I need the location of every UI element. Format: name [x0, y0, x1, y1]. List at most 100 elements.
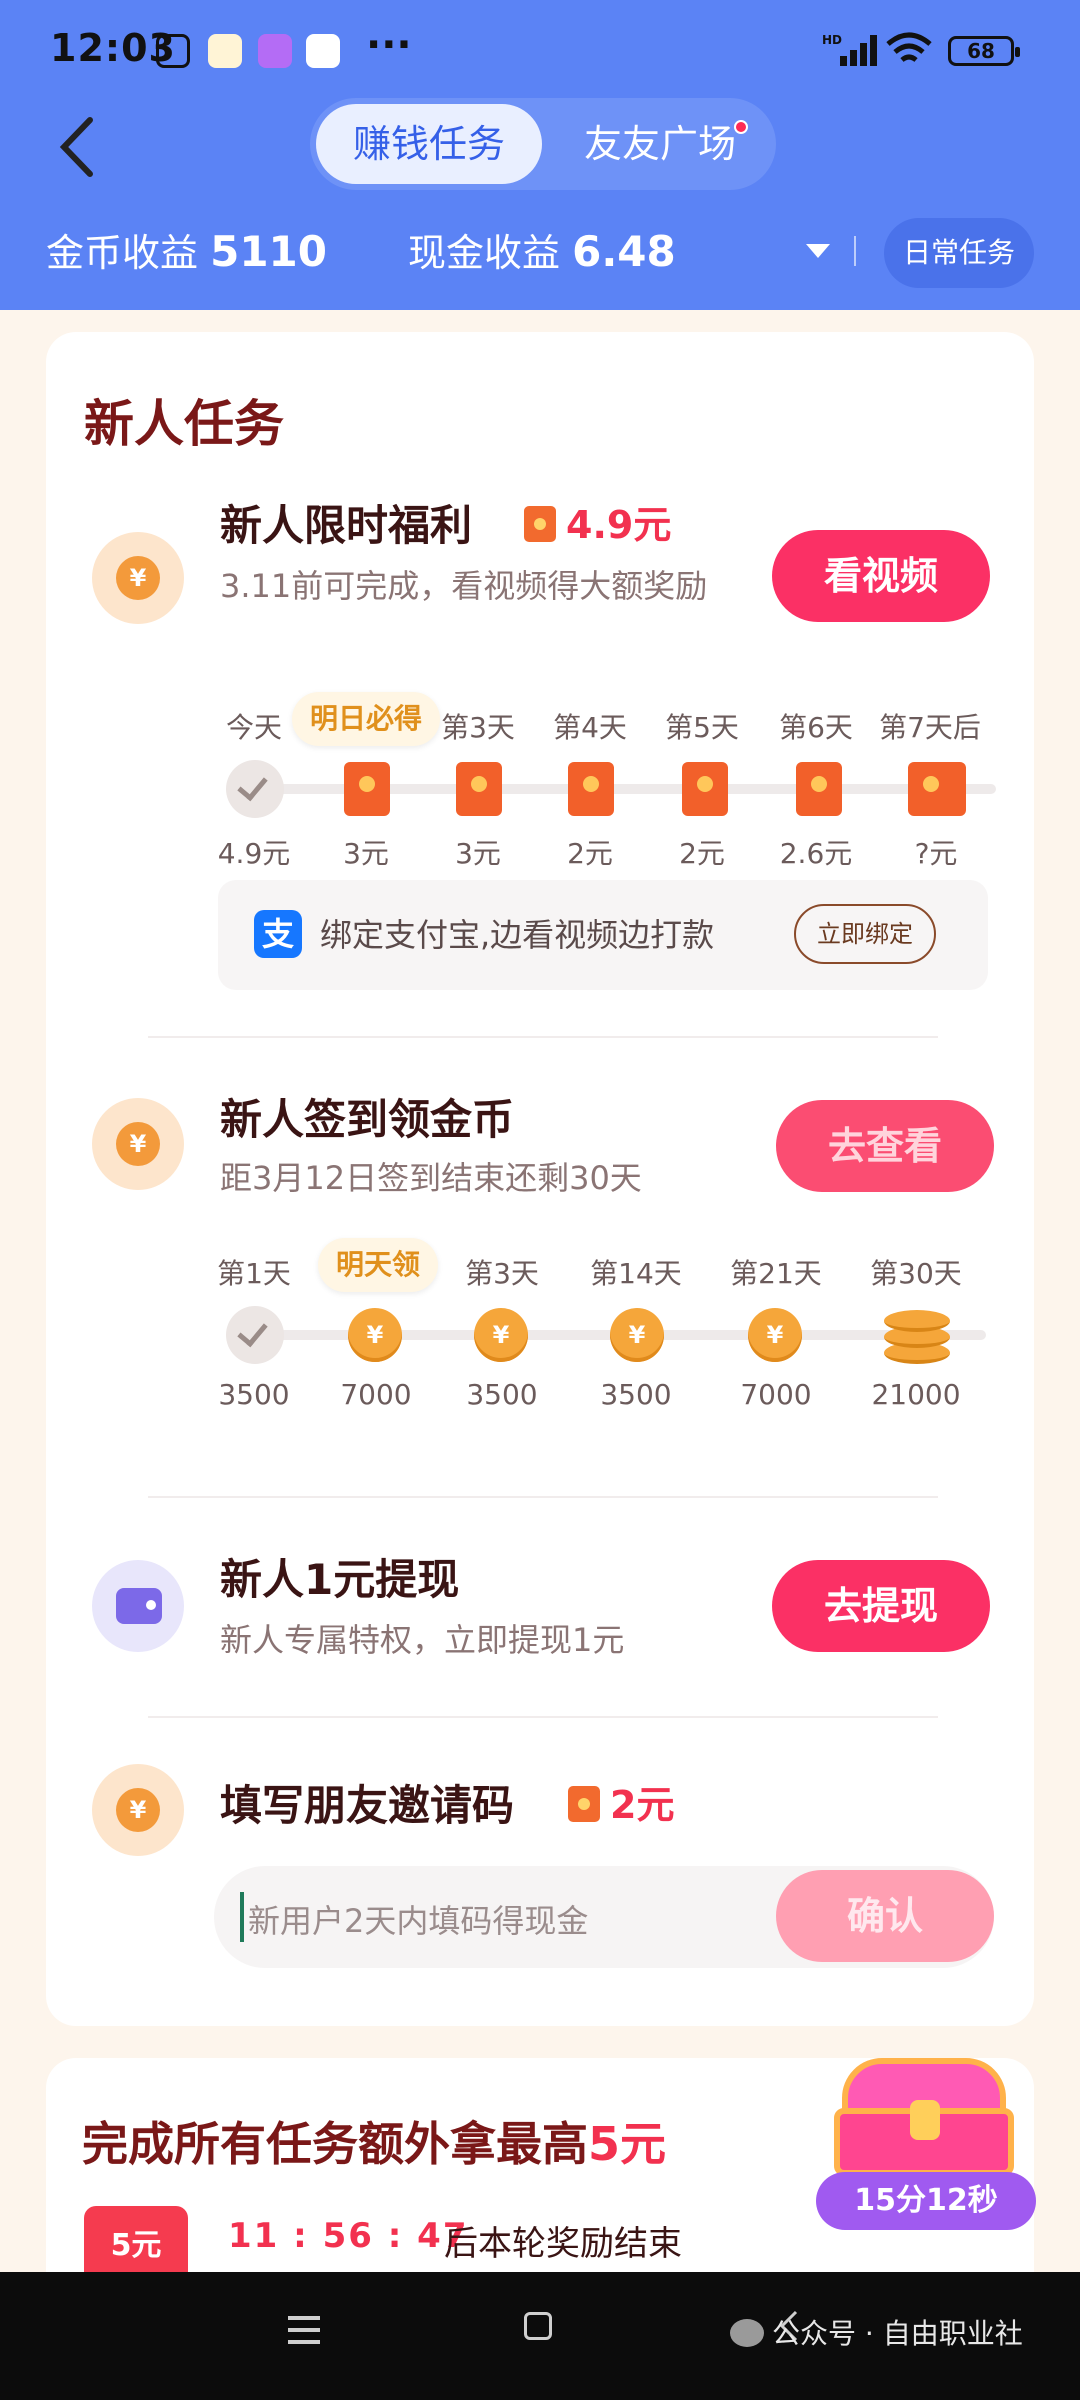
tab-friends-square[interactable]: 友友广场	[550, 104, 770, 184]
day-label: 第30天	[870, 1257, 962, 1290]
divider	[148, 1716, 938, 1718]
divider	[148, 1036, 938, 1038]
wallet-task-icon	[92, 1560, 184, 1652]
coin-icon: ¥	[348, 1308, 402, 1362]
invite-task-reward: 2元	[568, 1774, 674, 1829]
red-packet-icon	[568, 762, 614, 816]
coin-income-value: 5110	[210, 227, 328, 276]
wifi-icon	[886, 32, 932, 62]
checkin-task-title: 新人签到领金币	[220, 1095, 515, 1144]
coin-amount-label: 21000	[871, 1378, 961, 1411]
day-label: 第7天后	[879, 711, 981, 744]
bonus-title: 完成所有任务额外拿最高5元	[82, 2108, 666, 2174]
coin-icon: ¥	[748, 1308, 802, 1362]
amount-label: 3元	[343, 837, 389, 870]
countdown-suffix: 后本轮奖励结束	[444, 2224, 682, 2264]
watch-video-button[interactable]: 看视频	[772, 530, 990, 622]
invite-task-reward-value: 2元	[610, 1783, 675, 1827]
tab-friends-label: 友友广场	[583, 122, 736, 166]
day-label: 第4天	[553, 711, 627, 744]
text-caret	[240, 1892, 244, 1942]
daily-task-button[interactable]: 日常任务	[884, 218, 1034, 288]
checked-icon	[226, 760, 284, 818]
nfc-icon	[156, 34, 190, 68]
progress-track	[226, 1330, 986, 1340]
red-packet-icon	[456, 762, 502, 816]
coin-icon: ¥	[474, 1308, 528, 1362]
battery-icon: 68	[948, 36, 1020, 66]
coin-amount-label: 3500	[600, 1378, 672, 1411]
status-bar: 12:03 ··· HD 68	[0, 0, 1080, 100]
calendar-icon	[306, 34, 340, 68]
cash-income-label: 现金收益	[408, 231, 561, 275]
amount-label: 4.9元	[217, 837, 291, 870]
coin-pile-icon	[880, 1302, 954, 1366]
withdraw-task-subtitle: 新人专属特权，立即提现1元	[220, 1621, 625, 1659]
limited-task-title: 新人限时福利	[220, 501, 473, 550]
day-label: 第1天	[217, 1257, 291, 1290]
treasure-chest-icon[interactable]	[824, 2052, 1024, 2182]
newbie-task-card: 新人任务 ¥ 新人限时福利 4.9元 3.11前可完成，看视频得大额奖励 看视频…	[46, 332, 1034, 2026]
header: 12:03 ··· HD 68 赚钱任务 友友广场 金币收益 5110 现金收益	[0, 0, 1080, 310]
countdown-timer: 11 : 56 : 47	[228, 2216, 469, 2256]
notification-dot	[734, 120, 748, 134]
coin-income-label: 金币收益	[46, 231, 199, 275]
dropdown-arrow-icon[interactable]	[806, 244, 830, 258]
coin-amount-label: 7000	[340, 1378, 412, 1411]
day-label: 第3天	[465, 1257, 539, 1290]
coin-income: 金币收益 5110	[46, 222, 327, 277]
watermark: 公众号 · 自由职业社	[730, 2312, 1023, 2352]
checked-icon	[226, 1306, 284, 1364]
withdraw-task-title: 新人1元提现	[220, 1555, 460, 1604]
red-packet-icon	[682, 762, 728, 816]
cash-income: 现金收益 6.48	[408, 222, 676, 277]
coin-amount-label: 7000	[740, 1378, 812, 1411]
amount-label: 3元	[455, 837, 501, 870]
limited-task-reward-value: 4.9元	[566, 503, 672, 547]
red-packet-icon	[568, 1786, 600, 1822]
divider	[854, 236, 856, 266]
section-title: 新人任务	[84, 395, 284, 453]
red-packet-icon	[796, 762, 842, 816]
menu-icon[interactable]	[288, 2316, 320, 2344]
divider	[148, 1496, 938, 1498]
tab-switcher: 赚钱任务 友友广场	[310, 98, 776, 190]
wechat-icon	[730, 2319, 764, 2347]
red-packet-icon	[524, 506, 556, 542]
confirm-button[interactable]: 确认	[776, 1870, 994, 1962]
day-label: 第5天	[665, 711, 739, 744]
coin-task-icon: ¥	[92, 1764, 184, 1856]
alipay-icon: 支	[254, 910, 302, 958]
limited-task-reward: 4.9元	[524, 494, 671, 549]
checkin-task-subtitle: 距3月12日签到结束还剩30天	[220, 1159, 642, 1197]
coin-amount-label: 3500	[218, 1378, 290, 1411]
go-check-button[interactable]: 去查看	[776, 1100, 994, 1192]
coin-icon: ¥	[610, 1308, 664, 1362]
withdraw-button[interactable]: 去提现	[772, 1560, 990, 1652]
day-label: 第6天	[779, 711, 853, 744]
amount-label: 2元	[679, 837, 725, 870]
invite-code-placeholder: 新用户2天内填码得现金	[248, 1902, 589, 1940]
invite-task-title: 填写朋友邀请码	[220, 1781, 515, 1830]
coin-amount-label: 3500	[466, 1378, 538, 1411]
bonus-title-amount: 5元	[588, 2117, 667, 2171]
amount-label: 2元	[567, 837, 613, 870]
day-label: 第21天	[730, 1257, 822, 1290]
video-app-icon	[258, 34, 292, 68]
alipay-bind-banner[interactable]: 支 绑定支付宝,边看视频边打款 立即绑定	[218, 880, 988, 990]
back-arrow-icon[interactable]	[52, 112, 102, 182]
home-icon[interactable]	[524, 2312, 552, 2340]
bind-now-button[interactable]: 立即绑定	[794, 904, 936, 964]
day-label: 第14天	[590, 1257, 682, 1290]
day-label: 第3天	[441, 711, 515, 744]
system-nav-bar: 公众号 · 自由职业社	[0, 2272, 1080, 2400]
chest-countdown[interactable]: 15分12秒	[816, 2172, 1036, 2230]
cash-income-value: 6.48	[572, 227, 676, 276]
app-notification-icon	[208, 34, 242, 68]
wallet-icon	[116, 1588, 162, 1624]
coin-task-icon: ¥	[92, 532, 184, 624]
amount-label: ?元	[914, 837, 958, 870]
svg-text:HD: HD	[822, 33, 842, 47]
bonus-title-prefix: 完成所有任务额外拿最高	[82, 2117, 588, 2171]
tab-earn-tasks[interactable]: 赚钱任务	[316, 104, 542, 184]
